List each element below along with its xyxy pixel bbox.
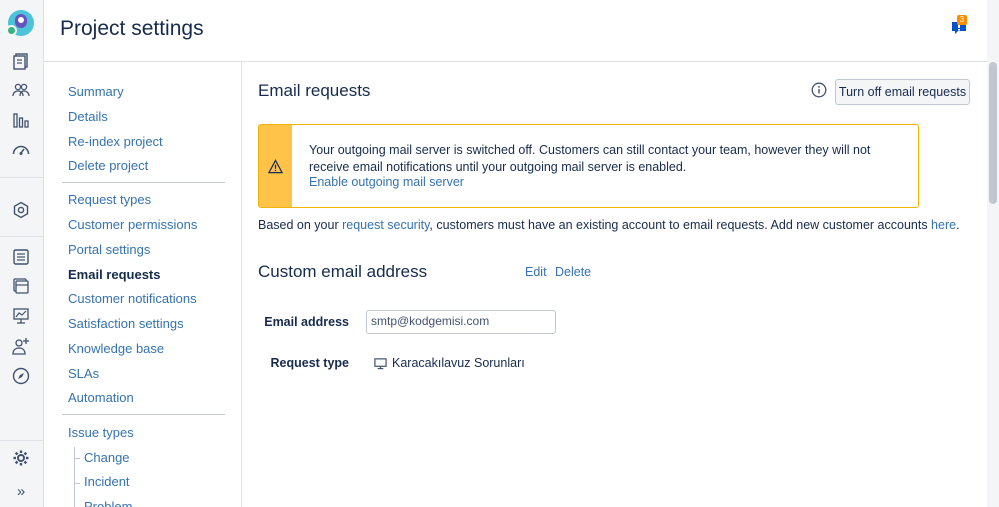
custom-email-title: Custom email address	[258, 262, 428, 281]
warning-icon-bar	[259, 125, 292, 207]
sidebar-item-customer-notifications[interactable]: Customer notifications	[68, 291, 197, 306]
tree-connector	[74, 483, 80, 484]
add-customer-link[interactable]: here	[931, 218, 956, 232]
sidebar-item-problem[interactable]: Problem	[84, 499, 132, 507]
page-title: Project settings	[60, 17, 204, 40]
main-content: Email requests Turn off email requests Y…	[242, 62, 987, 507]
turn-off-email-requests-button[interactable]: Turn off email requests	[835, 79, 970, 105]
project-settings-icon[interactable]	[11, 200, 31, 220]
sidebar-item-satisfaction-settings[interactable]: Satisfaction settings	[68, 316, 184, 331]
email-address-field[interactable]: smtp@kodgemisi.com	[366, 310, 556, 334]
sidebar-item-issue-types[interactable]: Issue types	[68, 425, 134, 440]
scrollbar[interactable]	[987, 0, 999, 507]
queues-icon[interactable]	[11, 51, 31, 71]
sidebar-item-summary[interactable]: Summary	[68, 84, 124, 99]
sidebar-item-automation[interactable]: Automation	[68, 390, 134, 405]
tree-connector	[74, 458, 80, 459]
warning-icon	[268, 158, 283, 173]
app-logo[interactable]	[6, 10, 34, 36]
sidebar-item-portal-settings[interactable]: Portal settings	[68, 242, 150, 257]
section-title: Email requests	[258, 81, 371, 100]
sidebar-item-slas[interactable]: SLAs	[68, 366, 99, 381]
note-text: Based on your	[258, 218, 343, 232]
compass-icon[interactable]	[11, 366, 31, 386]
sidebar-item-knowledge-base[interactable]: Knowledge base	[68, 341, 164, 356]
presentation-icon[interactable]	[11, 306, 31, 326]
gear-icon[interactable]	[11, 448, 31, 468]
request-type-label: Request type	[270, 356, 350, 370]
edit-link[interactable]: Edit	[525, 265, 547, 279]
request-security-link[interactable]: request security	[342, 218, 429, 232]
sidebar-item-customer-permissions[interactable]: Customer permissions	[68, 217, 197, 232]
sidebar-item-request-types[interactable]: Request types	[68, 192, 151, 207]
enable-mail-server-link[interactable]: Enable outgoing mail server	[309, 175, 464, 189]
sidebar-divider	[62, 182, 225, 183]
nav-divider	[0, 177, 44, 178]
expand-chevron-icon[interactable]: »	[11, 481, 31, 501]
monitor-icon	[374, 357, 387, 369]
reports-icon[interactable]	[11, 110, 31, 130]
sidebar-item-details[interactable]: Details	[68, 109, 108, 124]
scrollbar-thumb[interactable]	[989, 62, 997, 204]
note-text: , customers must have an existing accoun…	[429, 218, 932, 232]
nav-divider	[0, 236, 44, 237]
email-address-label: Email address	[264, 315, 349, 329]
page-header: Project settings 3	[44, 0, 987, 62]
sidebar-item-change[interactable]: Change	[84, 450, 130, 465]
issues-icon[interactable]	[11, 247, 31, 267]
boards-icon[interactable]	[11, 276, 31, 296]
request-security-note: Based on your request security, customer…	[258, 218, 960, 232]
notification-badge: 3	[957, 15, 967, 25]
warning-text: Your outgoing mail server is switched of…	[309, 143, 871, 174]
sidebar-item-email-requests[interactable]: Email requests	[68, 267, 161, 282]
global-navigation: »	[0, 0, 44, 507]
sidebar-item-reindex-project[interactable]: Re-index project	[68, 134, 163, 149]
note-text: .	[956, 218, 960, 232]
nav-divider	[0, 440, 44, 441]
sidebar-item-incident[interactable]: Incident	[84, 474, 130, 489]
add-person-icon[interactable]	[11, 336, 31, 356]
request-type-text: Karacakılavuz Sorunları	[392, 356, 525, 370]
delete-link[interactable]: Delete	[555, 265, 591, 279]
info-icon[interactable]	[811, 82, 827, 98]
tree-connector	[74, 447, 75, 507]
sidebar-item-delete-project[interactable]: Delete project	[68, 158, 148, 173]
sidebar-divider	[62, 414, 225, 415]
settings-sidebar: Summary Details Re-index project Delete …	[44, 62, 242, 507]
dashboard-gauge-icon[interactable]	[11, 140, 31, 160]
warning-message: Your outgoing mail server is switched of…	[258, 124, 919, 208]
customers-icon[interactable]	[11, 80, 31, 100]
request-type-value: Karacakılavuz Sorunları	[374, 356, 525, 370]
